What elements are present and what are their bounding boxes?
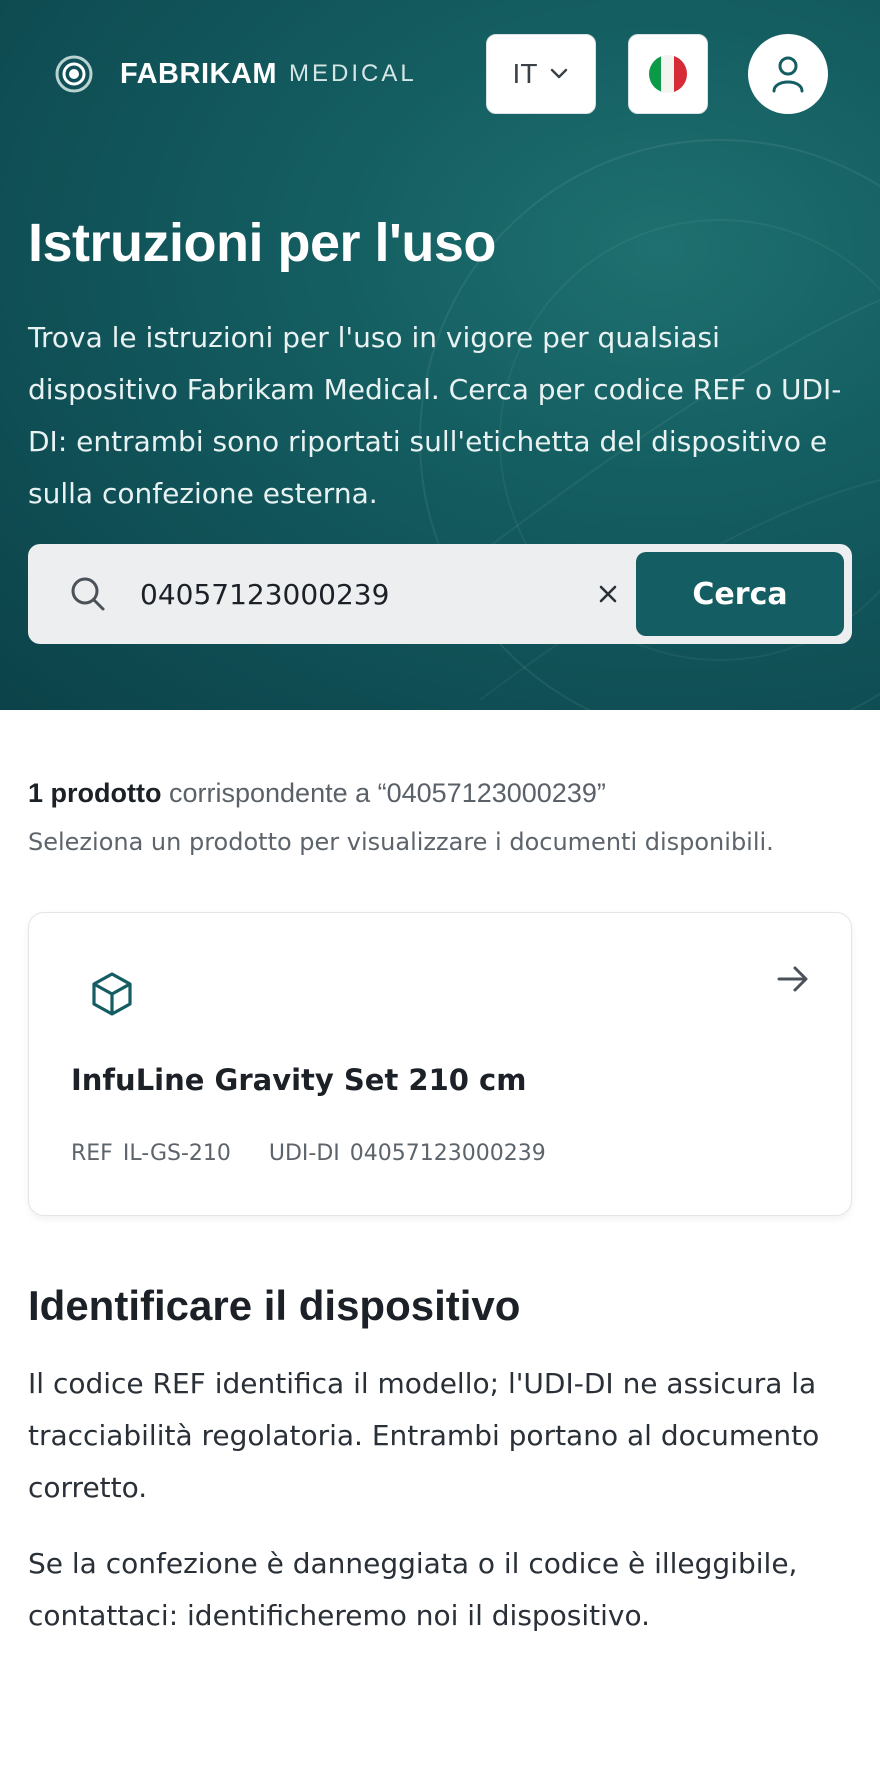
page-title: Istruzioni per l'uso xyxy=(28,213,496,273)
page-description: Trova le istruzioni per l'uso in vigore … xyxy=(28,321,842,510)
user-icon xyxy=(772,56,804,93)
close-icon xyxy=(599,585,617,603)
logo-mark-icon xyxy=(55,55,93,93)
info-paragraph-1: Il codice REF identifica il modello; l'U… xyxy=(28,1367,820,1504)
italy-flag-icon xyxy=(649,55,687,93)
udi-value: 04057123000239 xyxy=(349,1141,546,1166)
result-summary: 1 prodotto corrispondente a “04057123000… xyxy=(28,778,606,809)
section-title: Identificare il dispositivo xyxy=(28,1282,521,1329)
chevron-down-icon xyxy=(551,68,568,79)
product-name: InfuLine Gravity Set 210 cm xyxy=(71,1063,527,1097)
search-bar: Cerca xyxy=(28,544,852,644)
language-selector[interactable]: IT xyxy=(486,34,596,114)
info-paragraph-2: Se la confezione è danneggiata o il codi… xyxy=(28,1547,798,1632)
brand-name: FABRIKAM xyxy=(120,57,278,90)
arrow-right-icon xyxy=(777,966,808,992)
brand-subtitle: MEDICAL xyxy=(289,60,417,87)
result-count: 1 prodotto xyxy=(28,778,162,808)
search-input[interactable] xyxy=(140,568,580,620)
udi-label: UDI-DI xyxy=(268,1141,340,1166)
result-hint: Seleziona un prodotto per visualizzare i… xyxy=(28,828,774,856)
brand-logo[interactable]: FABRIKAM MEDICAL xyxy=(54,54,417,94)
result-match-text: corrispondente a “04057123000239” xyxy=(169,778,606,808)
product-card[interactable]: InfuLine Gravity Set 210 cm REF IL-GS-210… xyxy=(28,912,852,1216)
search-icon xyxy=(71,577,105,611)
clear-search-button[interactable] xyxy=(588,574,628,614)
account-button[interactable] xyxy=(748,34,828,114)
ref-label: REF xyxy=(71,1141,113,1166)
language-code: IT xyxy=(512,58,538,89)
ref-value: IL-GS-210 xyxy=(122,1141,231,1166)
hero-section: FABRIKAM MEDICAL IT Istruzioni per l'uso… xyxy=(0,0,880,710)
cube-icon xyxy=(92,972,132,1016)
search-button[interactable]: Cerca xyxy=(636,552,844,636)
country-flag-button[interactable] xyxy=(628,34,708,114)
product-codes: REF IL-GS-210 UDI-DI 04057123000239 xyxy=(71,1141,556,1166)
